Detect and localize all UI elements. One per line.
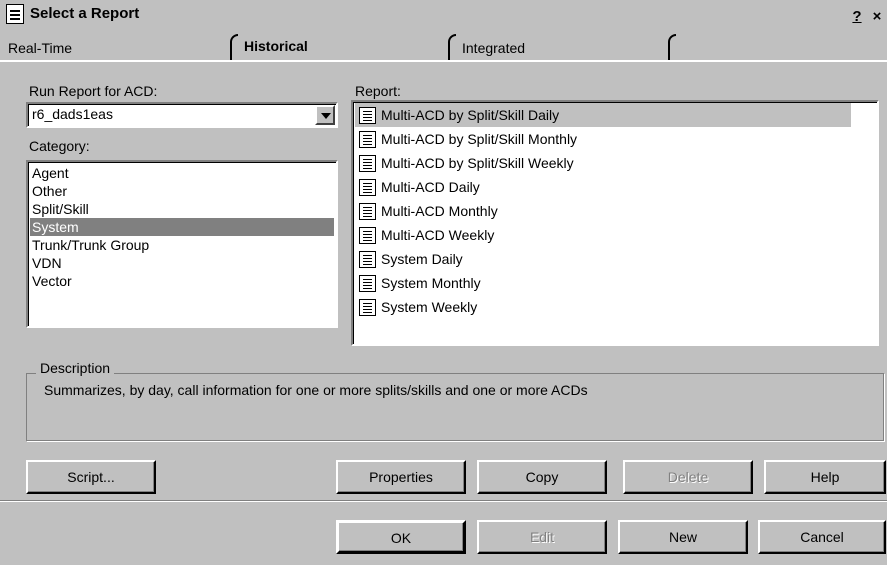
description-label: Description	[36, 360, 115, 376]
report-item-label: System Daily	[381, 251, 463, 267]
help-icon[interactable]: ?	[848, 8, 866, 28]
acd-value: r6_dads1eas	[32, 106, 113, 122]
report-item-label: Multi-ACD Weekly	[381, 227, 495, 243]
report-icon	[359, 131, 376, 148]
ok-button[interactable]: OK	[336, 520, 466, 554]
report-item[interactable]: Multi-ACD by Split/Skill Weekly	[355, 151, 851, 175]
report-item[interactable]: System Monthly	[355, 271, 851, 295]
category-item-vdn[interactable]: VDN	[30, 254, 334, 272]
report-icon	[359, 107, 376, 124]
tab-underline	[0, 60, 887, 62]
help-button[interactable]: Help	[764, 460, 886, 494]
properties-button[interactable]: Properties	[336, 460, 466, 494]
report-icon	[359, 155, 376, 172]
report-icon	[359, 227, 376, 244]
report-item[interactable]: Multi-ACD Daily	[355, 175, 851, 199]
acd-combo[interactable]: r6_dads1eas	[26, 102, 338, 128]
report-icon	[359, 179, 376, 196]
report-icon	[359, 251, 376, 268]
category-item-agent[interactable]: Agent	[30, 164, 334, 182]
description-text: Summarizes, by day, call information for…	[44, 382, 588, 398]
category-label: Category:	[29, 138, 90, 154]
report-item-label: System Weekly	[381, 299, 478, 315]
delete-button[interactable]: Delete	[623, 460, 753, 494]
script-button[interactable]: Script...	[26, 460, 156, 494]
report-item-label: Multi-ACD Monthly	[381, 203, 498, 219]
report-item-label: Multi-ACD by Split/Skill Weekly	[381, 155, 574, 171]
copy-button[interactable]: Copy	[477, 460, 607, 494]
report-item-label: Multi-ACD Daily	[381, 179, 480, 195]
close-icon[interactable]: ×	[868, 8, 886, 28]
category-item-other[interactable]: Other	[30, 182, 334, 200]
edit-button[interactable]: Edit	[477, 520, 607, 554]
tab-historical[interactable]: Historical	[236, 34, 446, 60]
chevron-down-icon[interactable]	[315, 105, 335, 125]
report-item-label: System Monthly	[381, 275, 481, 291]
report-icon	[359, 299, 376, 316]
tab-real-time[interactable]: Real-Time	[0, 36, 228, 62]
report-icon	[359, 275, 376, 292]
report-item[interactable]: System Weekly	[355, 295, 851, 319]
report-item[interactable]: System Daily	[355, 247, 851, 271]
category-item-system[interactable]: System	[30, 218, 334, 236]
report-icon	[6, 4, 24, 24]
category-item-split-skill[interactable]: Split/Skill	[30, 200, 334, 218]
tab-integrated[interactable]: Integrated	[454, 36, 668, 62]
report-label: Report:	[355, 83, 401, 99]
report-icon	[359, 203, 376, 220]
new-button[interactable]: New	[618, 520, 748, 554]
tab-divider	[668, 34, 676, 62]
report-item-label: Multi-ACD by Split/Skill Monthly	[381, 131, 578, 147]
report-item[interactable]: Multi-ACD Monthly	[355, 199, 851, 223]
cancel-button[interactable]: Cancel	[758, 520, 886, 554]
tab-strip: Real-Time Historical Integrated	[0, 30, 887, 64]
report-list[interactable]: Multi-ACD by Split/Skill Daily Multi-ACD…	[351, 100, 879, 346]
separator	[0, 500, 887, 502]
window-title: Select a Report	[30, 5, 140, 22]
category-list[interactable]: Agent Other Split/Skill System Trunk/Tru…	[26, 160, 338, 328]
report-item[interactable]: Multi-ACD Weekly	[355, 223, 851, 247]
report-item[interactable]: Multi-ACD by Split/Skill Daily	[355, 103, 851, 127]
acd-label: Run Report for ACD:	[29, 83, 158, 99]
title-bar: Select a Report ? ×	[0, 0, 887, 30]
report-item-label: Multi-ACD by Split/Skill Daily	[381, 107, 560, 123]
category-item-trunk-group[interactable]: Trunk/Trunk Group	[30, 236, 334, 254]
report-item[interactable]: Multi-ACD by Split/Skill Monthly	[355, 127, 851, 151]
category-item-vector[interactable]: Vector	[30, 272, 334, 290]
